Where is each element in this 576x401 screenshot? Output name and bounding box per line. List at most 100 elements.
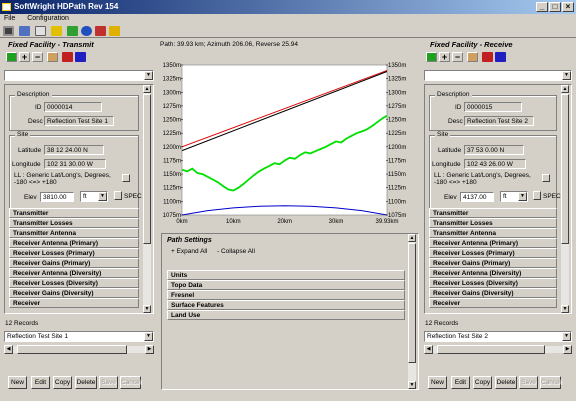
add-icon[interactable]: +: [439, 52, 450, 62]
site-alt-icon[interactable]: [495, 52, 506, 62]
folder-icon[interactable]: [109, 26, 120, 36]
ps-section-land-use[interactable]: Land Use: [167, 310, 405, 320]
receive-filter-select[interactable]: ▼: [424, 70, 572, 81]
receive-record-select[interactable]: Reflection Test Site 2 ▼: [424, 331, 572, 342]
expand-all-link[interactable]: + Expand All: [171, 248, 207, 255]
scroll-down-icon[interactable]: ▼: [561, 305, 569, 313]
path-settings-scrollbar[interactable]: ▲ ▼: [408, 234, 416, 389]
site-icon[interactable]: [482, 52, 493, 62]
pencil-icon[interactable]: [51, 26, 62, 36]
ps-section-surface-features[interactable]: Surface Features: [167, 300, 405, 310]
scroll-down-icon[interactable]: ▼: [143, 305, 151, 313]
menu-configuration[interactable]: Configuration: [27, 15, 69, 22]
scroll-left-icon[interactable]: ◀: [4, 345, 13, 354]
ps-section-fresnel[interactable]: Fresnel: [167, 290, 405, 300]
scroll-thumb[interactable]: [437, 345, 545, 354]
receive-horizontal-scrollbar[interactable]: ◀ ▶: [424, 345, 572, 354]
section-transmitter[interactable]: Transmitter: [429, 208, 557, 218]
scroll-thumb[interactable]: [17, 345, 127, 354]
transmit-filter-select[interactable]: ▼: [4, 70, 154, 81]
section-receiver-antenna-diversity[interactable]: Receiver Antenna (Diversity): [429, 268, 557, 278]
cancel-button[interactable]: Cancel: [120, 376, 141, 389]
section-receiver-antenna-diversity[interactable]: Receiver Antenna (Diversity): [9, 268, 139, 278]
remove-icon[interactable]: −: [452, 52, 463, 62]
receive-vertical-scrollbar[interactable]: ▲ ▼: [561, 85, 569, 313]
section-receiver-losses-diversity[interactable]: Receiver Losses (Diversity): [429, 278, 557, 288]
ps-section-topo-data[interactable]: Topo Data: [167, 280, 405, 290]
scroll-thumb[interactable]: [408, 243, 416, 363]
latitude-field[interactable]: 38 12 24.00 N: [44, 145, 104, 155]
longitude-field[interactable]: 102 31 30.00 W: [44, 159, 106, 169]
section-transmitter-antenna[interactable]: Transmitter Antenna: [429, 228, 557, 238]
list-icon[interactable]: [467, 52, 478, 62]
section-receiver-antenna-primary[interactable]: Receiver Antenna (Primary): [429, 238, 557, 248]
transmit-vertical-scrollbar[interactable]: ▲ ▼: [143, 85, 151, 313]
edit-icon[interactable]: [35, 26, 46, 36]
chevron-down-icon[interactable]: ▼: [562, 71, 571, 80]
chevron-down-icon[interactable]: ▼: [518, 192, 527, 201]
section-transmitter-losses[interactable]: Transmitter Losses: [429, 218, 557, 228]
save-button[interactable]: Save: [99, 376, 118, 389]
section-transmitter-losses[interactable]: Transmitter Losses: [9, 218, 139, 228]
transmit-horizontal-scrollbar[interactable]: ◀ ▶: [4, 345, 154, 354]
chevron-down-icon[interactable]: ▼: [144, 71, 153, 80]
elev-unit-select[interactable]: ft ▼: [500, 191, 528, 202]
collapse-all-link[interactable]: - Collapse All: [217, 248, 255, 255]
elev-unit-select[interactable]: ft ▼: [80, 191, 108, 202]
section-receiver-gains-diversity[interactable]: Receiver Gains (Diversity): [429, 288, 557, 298]
new-button[interactable]: New: [428, 376, 447, 389]
save-button[interactable]: Save: [519, 376, 538, 389]
scroll-thumb[interactable]: [561, 94, 569, 244]
tools-icon[interactable]: [95, 26, 106, 36]
scroll-up-icon[interactable]: ▲: [561, 85, 569, 93]
spec-checkbox[interactable]: [533, 191, 541, 200]
scroll-right-icon[interactable]: ▶: [145, 345, 154, 354]
add-icon[interactable]: +: [19, 52, 30, 62]
new-button[interactable]: New: [8, 376, 27, 389]
maximize-icon[interactable]: □: [549, 2, 561, 12]
transmit-record-select[interactable]: Reflection Test Site 1 ▼: [4, 331, 154, 342]
id-field[interactable]: 0000014: [44, 102, 102, 112]
section-receiver-antenna-primary[interactable]: Receiver Antenna (Primary): [9, 238, 139, 248]
remove-icon[interactable]: −: [32, 52, 43, 62]
section-transmitter-antenna[interactable]: Transmitter Antenna: [9, 228, 139, 238]
scroll-left-icon[interactable]: ◀: [424, 345, 433, 354]
scroll-up-icon[interactable]: ▲: [143, 85, 151, 93]
chevron-down-icon[interactable]: ▼: [144, 332, 153, 341]
path-icon[interactable]: [426, 52, 437, 62]
spec-checkbox[interactable]: [114, 191, 122, 200]
longitude-field[interactable]: 102 43 26.00 W: [464, 159, 526, 169]
minimize-icon[interactable]: _: [536, 2, 548, 12]
section-receiver[interactable]: Receiver: [9, 298, 139, 308]
ps-section-units[interactable]: Units: [167, 270, 405, 280]
site-alt-icon[interactable]: [75, 52, 86, 62]
ll-select-button[interactable]: [122, 174, 130, 182]
scroll-right-icon[interactable]: ▶: [563, 345, 572, 354]
elev-field[interactable]: 3810.00: [40, 192, 74, 202]
scroll-thumb[interactable]: [143, 94, 151, 244]
close-icon[interactable]: ×: [562, 2, 574, 12]
globe-icon[interactable]: [81, 26, 92, 36]
map-icon[interactable]: [67, 26, 78, 36]
id-field[interactable]: 0000015: [464, 102, 522, 112]
report-icon[interactable]: [19, 26, 30, 36]
chevron-down-icon[interactable]: ▼: [562, 332, 571, 341]
section-receiver-gains-diversity[interactable]: Receiver Gains (Diversity): [9, 288, 139, 298]
latitude-field[interactable]: 37 53 0.00 N: [464, 145, 524, 155]
section-receiver-losses-primary[interactable]: Receiver Losses (Primary): [9, 248, 139, 258]
section-receiver-gains-primary[interactable]: Receiver Gains (Primary): [9, 258, 139, 268]
scroll-up-icon[interactable]: ▲: [408, 234, 416, 242]
print-icon[interactable]: [3, 26, 14, 36]
edit-button[interactable]: Edit: [451, 376, 470, 389]
section-receiver-losses-primary[interactable]: Receiver Losses (Primary): [429, 248, 557, 258]
desc-field[interactable]: Reflection Test Site 2: [464, 116, 534, 126]
cancel-button[interactable]: Cancel: [540, 376, 561, 389]
list-icon[interactable]: [47, 52, 58, 62]
section-receiver-gains-primary[interactable]: Receiver Gains (Primary): [429, 258, 557, 268]
site-icon[interactable]: [62, 52, 73, 62]
scroll-down-icon[interactable]: ▼: [408, 381, 416, 389]
copy-button[interactable]: Copy: [53, 376, 72, 389]
copy-button[interactable]: Copy: [473, 376, 492, 389]
section-transmitter[interactable]: Transmitter: [9, 208, 139, 218]
edit-button[interactable]: Edit: [31, 376, 50, 389]
